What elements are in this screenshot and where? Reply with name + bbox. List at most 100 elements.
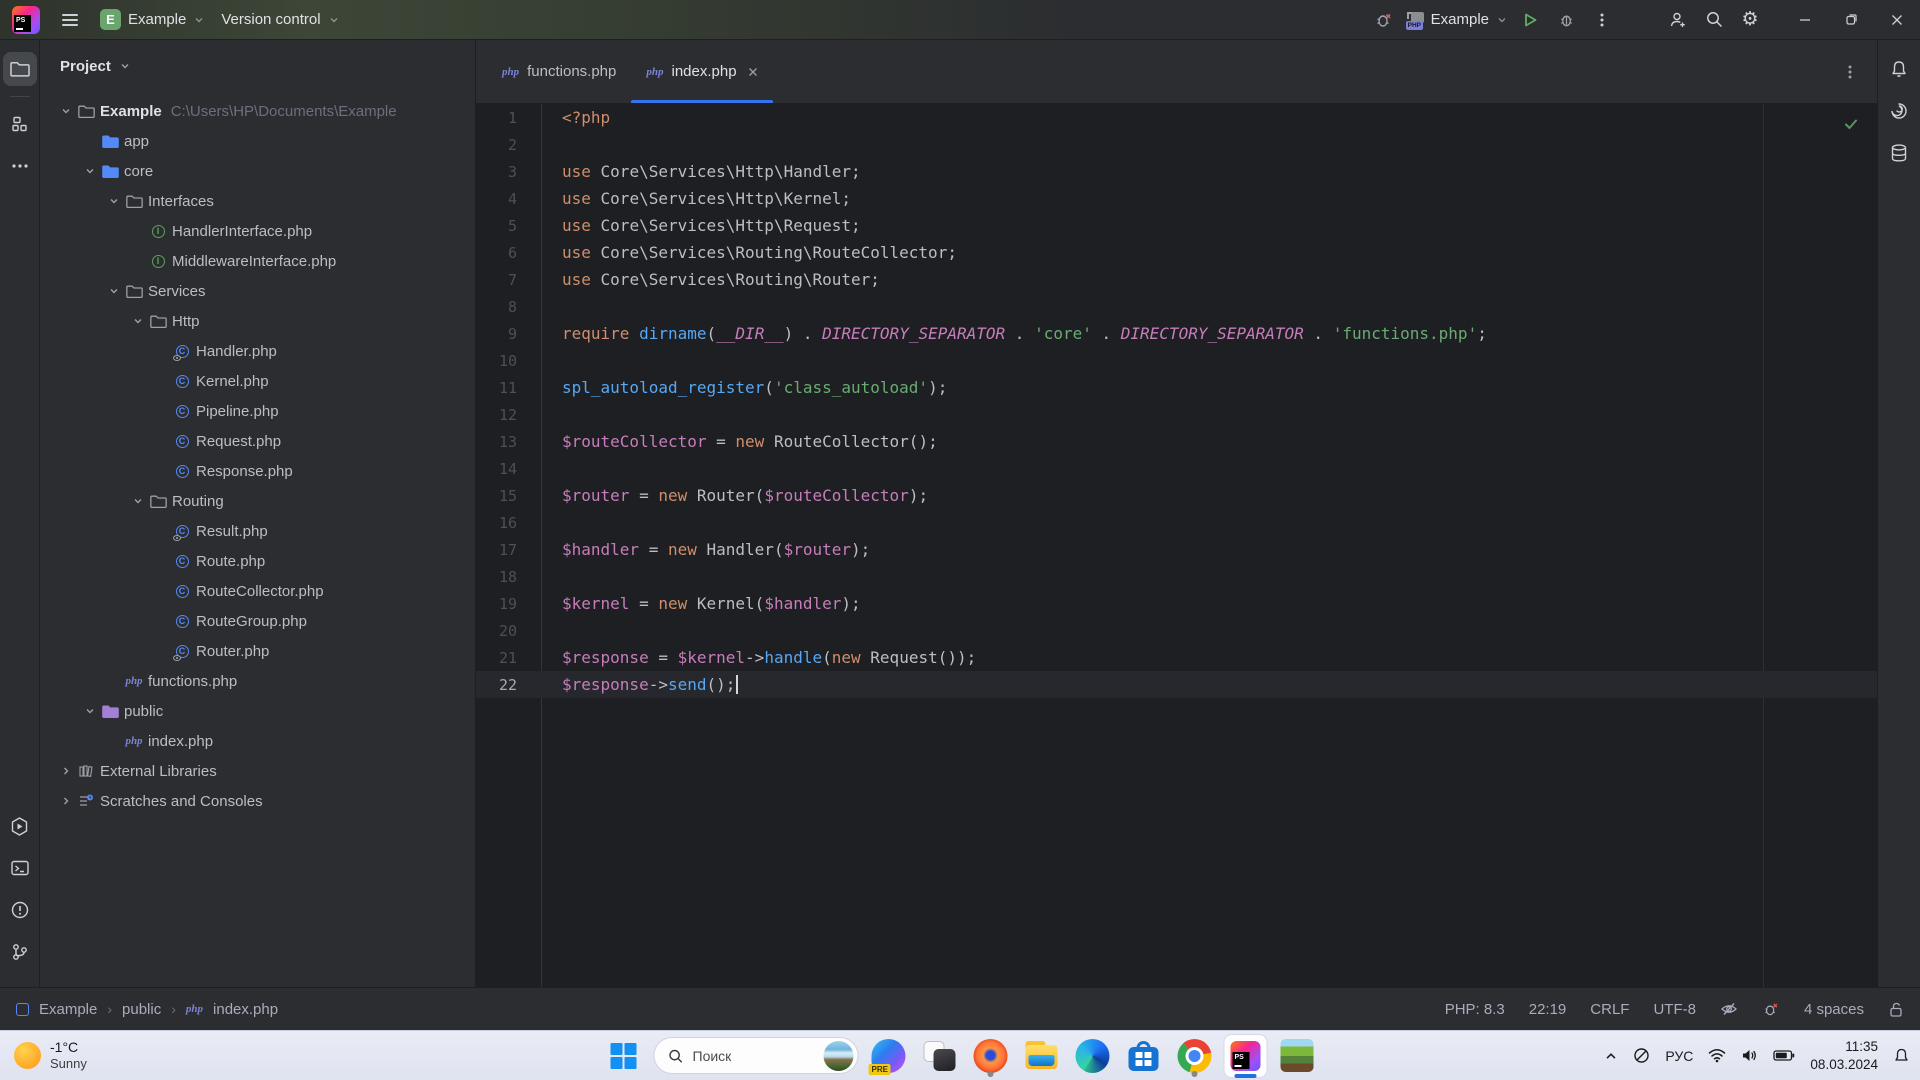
vcs-widget[interactable]: Version control (221, 11, 339, 28)
breadcrumb-file[interactable]: index.php (213, 1001, 278, 1018)
tab-index-php[interactable]: phpindex.php (631, 40, 772, 103)
php-version-widget[interactable]: PHP: 8.3 (1445, 1001, 1505, 1018)
taskbar-app-copilot[interactable]: PRE (868, 1035, 910, 1077)
chevron-down-icon[interactable] (104, 285, 123, 297)
project-name: Example (128, 11, 186, 28)
tree-item-external-libraries[interactable]: External Libraries (40, 756, 475, 786)
line-number: 16 (476, 514, 517, 532)
tree-item-example[interactable]: ExampleC:\Users\HP\Documents\Example (40, 96, 475, 126)
tree-item-routing[interactable]: Routing (40, 486, 475, 516)
version-control-tool-icon[interactable] (3, 935, 37, 969)
battery-icon[interactable] (1773, 1049, 1795, 1062)
breadcrumb-folder[interactable]: public (122, 1001, 161, 1018)
taskbar-clock[interactable]: 11:35 08.03.2024 (1810, 1038, 1878, 1073)
more-actions-icon[interactable] (1584, 3, 1620, 37)
code-editor[interactable]: 1<?php23use Core\Services\Http\Handler;4… (476, 104, 1877, 987)
taskbar-app-firefox[interactable] (970, 1035, 1012, 1077)
chevron-right-icon[interactable] (56, 795, 75, 807)
tree-item-request-php[interactable]: CRequest.php (40, 426, 475, 456)
tree-item-functions-php[interactable]: phpfunctions.php (40, 666, 475, 696)
tree-item-result-php[interactable]: CResult.php (40, 516, 475, 546)
settings-gear-icon[interactable]: ⚙ (1732, 3, 1768, 37)
problems-tool-icon[interactable] (3, 893, 37, 927)
taskbar-app-task-view[interactable] (919, 1035, 961, 1077)
keyboard-language[interactable]: РУС (1665, 1048, 1693, 1064)
tree-item-router-php[interactable]: CRouter.php (40, 636, 475, 666)
volume-icon[interactable] (1741, 1048, 1758, 1063)
tree-item-routecollector-php[interactable]: CRouteCollector.php (40, 576, 475, 606)
project-panel-header[interactable]: Project (40, 40, 475, 92)
stop-listening-debug-icon[interactable] (1366, 3, 1402, 37)
chevron-down-icon[interactable] (80, 705, 99, 717)
tree-item-public[interactable]: public (40, 696, 475, 726)
ai-assistant-icon[interactable] (1882, 94, 1916, 128)
indent-widget[interactable]: 4 spaces (1804, 1001, 1864, 1018)
tree-item-handler-php[interactable]: CHandler.php (40, 336, 475, 366)
chevron-down-icon (328, 14, 340, 26)
chevron-down-icon[interactable] (128, 495, 147, 507)
restore-button[interactable] (1828, 0, 1874, 40)
tab-options-icon[interactable] (1843, 40, 1877, 103)
tree-item-response-php[interactable]: CResponse.php (40, 456, 475, 486)
chevron-down-icon[interactable] (128, 315, 147, 327)
weather-widget[interactable]: -1°C Sunny (14, 1031, 87, 1080)
tree-item-interfaces[interactable]: Interfaces (40, 186, 475, 216)
tree-item-handlerinterface-php[interactable]: IHandlerInterface.php (40, 216, 475, 246)
taskbar-app-chrome[interactable] (1174, 1035, 1216, 1077)
close-button[interactable] (1874, 0, 1920, 40)
debug-disabled-icon[interactable] (1762, 1000, 1780, 1018)
close-tab-icon[interactable] (748, 67, 758, 77)
tree-item-middlewareinterface-php[interactable]: IMiddlewareInterface.php (40, 246, 475, 276)
search-highlight-image[interactable] (824, 1041, 854, 1071)
services-tool-icon[interactable] (3, 809, 37, 843)
run-button[interactable] (1512, 3, 1548, 37)
taskbar-app-game[interactable] (1276, 1035, 1318, 1077)
eye-slash-icon[interactable] (1720, 1000, 1738, 1018)
chevron-down-icon[interactable] (56, 105, 75, 117)
taskbar-app-phpstorm[interactable]: PS (1225, 1035, 1267, 1077)
tree-item-http[interactable]: Http (40, 306, 475, 336)
taskbar-app-edge[interactable] (1072, 1035, 1114, 1077)
debug-button[interactable] (1548, 3, 1584, 37)
structure-tool-icon[interactable] (3, 107, 37, 141)
tree-item-pipeline-php[interactable]: CPipeline.php (40, 396, 475, 426)
taskbar-app-store[interactable] (1123, 1035, 1165, 1077)
project-switcher[interactable]: E Example (100, 9, 205, 30)
tree-item-app[interactable]: app (40, 126, 475, 156)
tree-item-kernel-php[interactable]: CKernel.php (40, 366, 475, 396)
tree-item-index-php[interactable]: phpindex.php (40, 726, 475, 756)
wifi-icon[interactable] (1708, 1048, 1726, 1063)
more-tool-windows-icon[interactable] (3, 149, 37, 183)
notifications-icon[interactable] (1882, 52, 1916, 86)
tree-item-scratches-and-consoles[interactable]: Scratches and Consoles (40, 786, 475, 816)
run-configuration-selector[interactable]: PHP Example (1406, 11, 1508, 28)
tab-functions-php[interactable]: phpfunctions.php (487, 40, 631, 103)
notification-bell-icon[interactable] (1893, 1047, 1910, 1065)
unlock-icon[interactable] (1888, 1001, 1904, 1018)
project-tool-icon[interactable] (3, 52, 37, 86)
breadcrumb-project[interactable]: Example (39, 1001, 97, 1018)
do-not-disturb-icon[interactable] (1633, 1047, 1650, 1064)
line-ending-widget[interactable]: CRLF (1590, 1001, 1629, 1018)
tree-item-route-php[interactable]: CRoute.php (40, 546, 475, 576)
database-icon[interactable] (1882, 136, 1916, 170)
caret-position-widget[interactable]: 22:19 (1529, 1001, 1567, 1018)
tree-item-label: Services (148, 283, 206, 300)
taskbar-search-input[interactable]: Поиск (654, 1037, 859, 1074)
code-with-me-icon[interactable] (1660, 3, 1696, 37)
tree-item-core[interactable]: core (40, 156, 475, 186)
start-button[interactable] (603, 1035, 645, 1077)
tree-item-services[interactable]: Services (40, 276, 475, 306)
terminal-tool-icon[interactable] (3, 851, 37, 885)
encoding-widget[interactable]: UTF-8 (1653, 1001, 1696, 1018)
tray-chevron-up-icon[interactable] (1604, 1049, 1618, 1063)
minimize-button[interactable] (1782, 0, 1828, 40)
chevron-right-icon[interactable] (56, 765, 75, 777)
tree-item-routegroup-php[interactable]: CRouteGroup.php (40, 606, 475, 636)
search-everywhere-icon[interactable] (1696, 3, 1732, 37)
taskbar-app-explorer[interactable] (1021, 1035, 1063, 1077)
chevron-down-icon[interactable] (104, 195, 123, 207)
chevron-down-icon[interactable] (80, 165, 99, 177)
main-menu-icon[interactable] (56, 8, 84, 32)
inspections-ok-icon[interactable] (1843, 116, 1859, 136)
